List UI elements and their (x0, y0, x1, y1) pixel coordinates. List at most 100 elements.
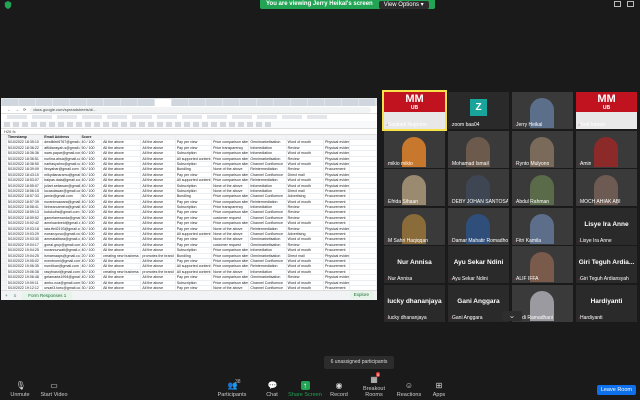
table-cell[interactable] (350, 140, 377, 145)
table-cell[interactable]: All the above (141, 221, 176, 226)
table-cell[interactable]: Review (287, 226, 324, 232)
url-field[interactable]: docs.google.com/spreadsheets/d/... (30, 106, 371, 113)
browser-tab[interactable] (172, 99, 188, 106)
table-cell[interactable]: 50 / 100 (81, 280, 103, 285)
table-cell[interactable]: Word of mouth (287, 178, 324, 183)
table-cell[interactable]: All the above (141, 210, 176, 215)
table-cell[interactable]: 60 / 100 (81, 232, 103, 237)
table-cell[interactable]: Word of mouth (287, 183, 324, 188)
table-cell[interactable]: All the above (141, 258, 176, 264)
fullscreen-icon[interactable] (614, 1, 621, 7)
toolbar-button[interactable] (175, 122, 181, 127)
toolbar-button[interactable] (103, 122, 109, 127)
gallery-scroll-down-button[interactable]: ⌄ (502, 311, 522, 321)
participant-tile[interactable]: Gani Anggara Gani Anggara (448, 284, 509, 322)
table-cell[interactable]: 5/10/2022 18:58:41 (7, 205, 44, 210)
table-cell[interactable]: Review (287, 167, 324, 172)
table-cell[interactable]: All the above (102, 280, 142, 285)
table-cell[interactable]: Infomediation (249, 183, 287, 188)
column-header[interactable] (212, 135, 250, 140)
table-cell[interactable]: 5/10/2022 18:36:51 (7, 156, 44, 161)
add-sheet-icon[interactable]: + (5, 293, 8, 298)
table-cell[interactable]: All the above (141, 194, 176, 199)
browser-tab[interactable] (308, 99, 324, 106)
forward-icon[interactable]: → (15, 107, 19, 112)
table-cell[interactable]: 40 / 100 (81, 199, 103, 205)
table-cell[interactable]: nuraninsawara@gmail.com (43, 199, 81, 205)
table-cell[interactable]: Procurement (324, 215, 351, 221)
toolbar-button[interactable] (58, 122, 64, 127)
table-cell[interactable]: 5/10/2022 18:35:10 (7, 140, 44, 145)
table-cell[interactable] (350, 145, 377, 151)
table-cell[interactable]: 5/10/2022 18:57:39 (7, 199, 44, 205)
table-cell[interactable]: All the above (141, 167, 176, 172)
table-cell[interactable]: 5/10/2022 18:56:15 (7, 188, 44, 194)
table-cell[interactable]: All the above (141, 215, 176, 221)
table-cell[interactable] (350, 178, 377, 183)
table-cell[interactable]: Infomediation (249, 151, 287, 156)
table-cell[interactable]: 50 / 100 (81, 172, 103, 178)
table-cell[interactable]: All the above (141, 199, 176, 205)
participant-tile[interactable]: ALIF IFFA (512, 246, 573, 283)
table-cell[interactable]: Procurement (324, 221, 351, 226)
browser-tab[interactable] (206, 99, 222, 106)
table-cell[interactable]: Reintermediation (249, 199, 287, 205)
toolbar-button[interactable] (247, 122, 253, 127)
table-cell[interactable]: Price comparison sites (212, 156, 250, 161)
table-cell[interactable] (350, 188, 377, 194)
table-cell[interactable]: 50 / 100 (81, 215, 103, 221)
table-cell[interactable]: All the above (141, 172, 176, 178)
table-cell[interactable]: creating new business or (102, 269, 142, 275)
toolbar-button[interactable] (166, 122, 172, 127)
browser-tab[interactable] (53, 99, 69, 106)
table-cell[interactable]: Price transparency (212, 205, 250, 210)
table-cell[interactable]: All the above (102, 237, 142, 242)
table-cell[interactable]: Word of mouth (287, 151, 324, 156)
table-cell[interactable]: Price comparison sites (212, 172, 250, 178)
table-cell[interactable]: Review (287, 215, 324, 221)
table-cell[interactable]: Price comparison sites (212, 248, 250, 253)
table-cell[interactable]: Channel Confluence (249, 232, 287, 237)
table-cell[interactable]: All the above (141, 188, 176, 194)
toolbar-button[interactable] (13, 122, 19, 127)
table-cell[interactable]: Omnimarketisation (249, 253, 287, 258)
table-cell[interactable] (350, 264, 377, 269)
table-cell[interactable]: nurnilkan@gmail.com (43, 264, 81, 269)
table-cell[interactable]: Price comparison sites (212, 151, 250, 156)
table-cell[interactable]: All supported content (176, 178, 213, 183)
table-cell[interactable]: 5/10/2022 19:03:29 (7, 232, 44, 237)
table-cell[interactable]: Price comparison sites (212, 275, 250, 280)
participant-tile[interactable]: Lisye Ira Anne Lisye Ira Anne (576, 207, 637, 245)
table-cell[interactable]: All the above (102, 215, 142, 221)
table-cell[interactable]: Pay per view (176, 140, 213, 145)
table-cell[interactable]: All the above (141, 178, 176, 183)
table-cell[interactable]: ilecyahar@gmail.com (43, 167, 81, 172)
table-cell[interactable]: Reintermediation (249, 226, 287, 232)
table-cell[interactable]: Pay per view (176, 242, 213, 248)
table-cell[interactable]: 5/10/2022 19:02:42 (7, 221, 44, 226)
table-cell[interactable]: All the above (102, 188, 142, 194)
table-cell[interactable]: All the above (102, 232, 142, 237)
table-cell[interactable]: Bundling (176, 253, 213, 258)
participants-button[interactable]: 👥 38 Participants (212, 379, 252, 398)
table-cell[interactable]: Procurement (324, 242, 351, 248)
bookmark-item[interactable] (57, 115, 77, 119)
table-cell[interactable]: 60 / 100 (81, 188, 103, 194)
table-cell[interactable]: 5/10/2022 19:06:48 (7, 275, 44, 280)
table-cell[interactable]: ecentnomi@gmail.com (43, 258, 81, 264)
unassigned-participants-notice[interactable]: 6 unassigned participants (324, 356, 394, 369)
bookmark-item[interactable] (132, 115, 152, 119)
browser-tab[interactable] (274, 99, 290, 106)
table-cell[interactable] (350, 205, 377, 210)
participant-tile[interactable]: MOCH AHIAK ABI (576, 169, 637, 206)
table-cell[interactable]: Subscription (176, 161, 213, 167)
table-cell[interactable]: 40 / 100 (81, 221, 103, 226)
table-cell[interactable]: 5/10/2022 19:04:25 (7, 248, 44, 253)
browser-tab[interactable] (70, 99, 86, 106)
toolbar-button[interactable] (121, 122, 127, 127)
table-cell[interactable]: 30 / 100 (81, 210, 103, 215)
table-cell[interactable]: 5/10/2022 18:57:33 (7, 194, 44, 199)
table-cell[interactable]: Infomediation (249, 188, 287, 194)
bookmark-item[interactable] (232, 115, 252, 119)
table-cell[interactable]: 40 / 100 (81, 161, 103, 167)
